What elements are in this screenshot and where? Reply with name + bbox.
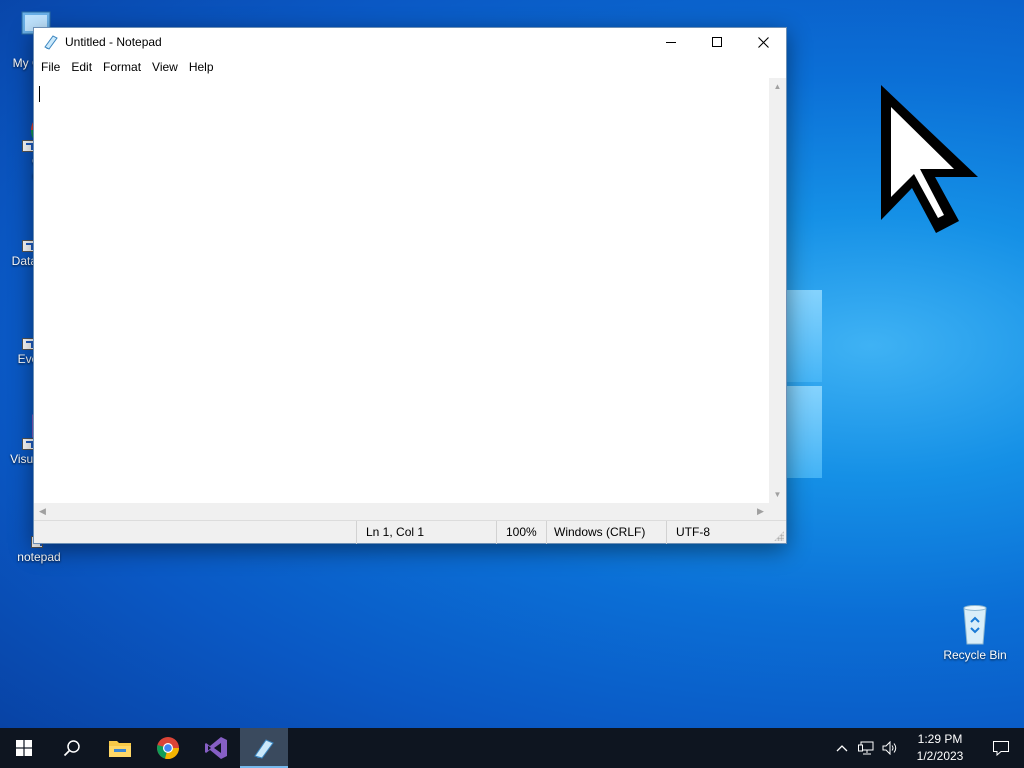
menu-bar: File Edit Format View Help [34, 56, 786, 78]
search-button[interactable] [48, 728, 96, 768]
menu-edit[interactable]: Edit [66, 60, 97, 74]
speaker-icon [882, 741, 897, 755]
title-bar[interactable]: Untitled - Notepad [34, 28, 786, 56]
maximize-icon [712, 37, 722, 47]
scroll-up-icon[interactable]: ▲ [769, 78, 786, 95]
scrollbar-corner [769, 503, 786, 520]
desktop-icon-recycle-bin[interactable]: Recycle Bin [937, 602, 1013, 663]
taskbar-visual-studio[interactable] [192, 728, 240, 768]
status-line-ending: Windows (CRLF) [546, 521, 645, 544]
scroll-down-icon[interactable]: ▼ [769, 486, 786, 503]
system-tray: 1:29 PM 1/2/2023 [830, 728, 1024, 768]
horizontal-scrollbar[interactable]: ◀ ▶ [34, 503, 769, 520]
text-caret [39, 86, 40, 102]
notification-icon [993, 740, 1009, 756]
status-zoom: 100% [496, 521, 537, 544]
chevron-up-icon [836, 745, 848, 752]
minimize-icon [666, 42, 676, 43]
taskbar-clock[interactable]: 1:29 PM 1/2/2023 [902, 731, 978, 765]
resize-grip-icon[interactable] [774, 531, 784, 541]
maximize-button[interactable] [694, 28, 740, 56]
status-cursor-position: Ln 1, Col 1 [356, 521, 424, 544]
desktop-icon-label: notepad [17, 550, 61, 564]
menu-help[interactable]: Help [184, 60, 219, 74]
visual-studio-icon [205, 737, 227, 759]
wallpaper-windows-logo [786, 290, 822, 480]
vertical-scrollbar[interactable]: ▲ ▼ [769, 78, 786, 503]
menu-view[interactable]: View [147, 60, 183, 74]
action-center-button[interactable] [978, 728, 1024, 768]
clock-time: 1:29 PM [917, 732, 963, 746]
taskbar-notepad[interactable] [240, 728, 288, 768]
search-icon [63, 740, 80, 757]
windows-start-icon [16, 740, 32, 756]
chrome-icon [157, 737, 180, 760]
text-editor-area[interactable] [34, 78, 786, 503]
recycle-bin-icon [953, 602, 997, 646]
notepad-window: Untitled - Notepad File Edit Format View… [33, 27, 787, 544]
status-encoding: UTF-8 [666, 521, 710, 544]
start-button[interactable] [0, 728, 48, 768]
menu-file[interactable]: File [36, 60, 65, 74]
scroll-right-icon[interactable]: ▶ [752, 503, 769, 520]
taskbar: 1:29 PM 1/2/2023 [0, 728, 1024, 768]
window-title: Untitled - Notepad [65, 35, 162, 49]
desktop-icon-label: Recycle Bin [943, 648, 1007, 662]
show-hidden-icons-button[interactable] [830, 728, 854, 768]
clock-date: 1/2/2023 [916, 749, 964, 763]
close-icon [757, 36, 769, 48]
network-icon [858, 741, 874, 755]
scroll-left-icon[interactable]: ◀ [34, 503, 51, 520]
notepad-app-icon [43, 34, 59, 50]
folder-icon [109, 741, 131, 757]
mouse-pointer-icon [881, 85, 978, 233]
status-bar: Ln 1, Col 1 100% Windows (CRLF) UTF-8 [34, 520, 786, 544]
menu-format[interactable]: Format [98, 60, 146, 74]
network-button[interactable] [854, 728, 878, 768]
close-button[interactable] [740, 28, 786, 56]
taskbar-chrome[interactable] [144, 728, 192, 768]
volume-button[interactable] [878, 728, 902, 768]
notepad-icon [254, 739, 274, 759]
minimize-button[interactable] [648, 28, 694, 56]
taskbar-file-explorer[interactable] [96, 728, 144, 768]
